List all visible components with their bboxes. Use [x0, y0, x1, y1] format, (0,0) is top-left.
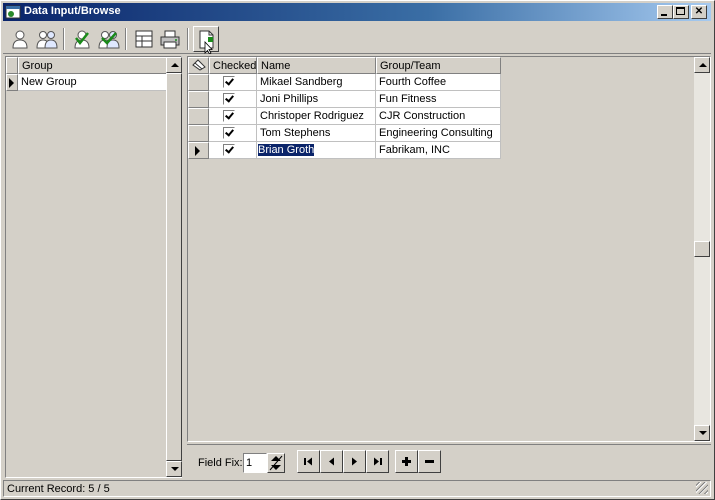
arrow-up-icon — [699, 63, 707, 67]
next-record-button[interactable] — [343, 450, 366, 473]
selected-name-text[interactable]: Brian Groth — [258, 144, 315, 156]
persons-check-button[interactable] — [95, 26, 121, 52]
multiple-persons-icon — [36, 31, 58, 49]
group-panel: Group New Group — [5, 56, 182, 478]
grid-vertical-scrollbar[interactable] — [694, 57, 710, 441]
group-row[interactable]: New Group — [18, 74, 167, 91]
navigator-bar: Field Fix: 1 — [187, 444, 711, 478]
arrow-down-icon — [171, 467, 179, 471]
grid-corner — [6, 57, 18, 74]
name-cell-editing[interactable]: Brian Groth — [257, 142, 376, 159]
person-check-button[interactable] — [69, 26, 95, 52]
status-bar: Current Record: 5 / 5 — [3, 480, 711, 497]
single-person-icon — [12, 30, 28, 49]
layout-button[interactable] — [131, 26, 157, 52]
field-fix-spinner[interactable] — [267, 453, 285, 473]
close-icon: ✕ — [694, 6, 704, 17]
print-icon — [160, 30, 180, 49]
grid-corner — [188, 57, 209, 74]
group-team-cell[interactable]: CJR Construction — [376, 108, 501, 125]
toolbar — [3, 24, 711, 54]
name-cell[interactable]: Christoper Rodriguez — [257, 108, 376, 125]
delete-record-button[interactable] — [418, 450, 441, 473]
scroll-down-button[interactable] — [166, 461, 182, 477]
row-indicator[interactable] — [188, 91, 209, 108]
resize-grip-icon[interactable] — [696, 482, 708, 494]
spin-up-down-icon — [269, 455, 283, 471]
new-document-icon — [199, 30, 214, 54]
group-vertical-scrollbar[interactable] — [166, 57, 182, 477]
next-record-icon — [352, 457, 357, 466]
first-record-icon — [304, 457, 312, 466]
window-title: Data Input/Browse — [24, 5, 121, 17]
title-bar[interactable]: Data Input/Browse ✕ — [3, 3, 711, 21]
add-record-button[interactable] — [395, 450, 418, 473]
toolbar-separator — [187, 28, 189, 50]
minimize-icon — [661, 14, 667, 16]
group-team-cell[interactable]: Fourth Coffee — [376, 74, 501, 91]
checked-checkbox[interactable] — [223, 144, 235, 156]
checked-cell[interactable] — [209, 108, 257, 125]
checked-cell[interactable] — [209, 142, 257, 159]
arrow-up-icon — [171, 63, 179, 67]
group-column-header[interactable]: Group — [18, 57, 167, 74]
edit-pencil-icon — [192, 59, 206, 71]
row-indicator[interactable] — [6, 74, 18, 91]
name-column-header[interactable]: Name — [257, 57, 376, 74]
field-fix-input[interactable]: 1 — [243, 453, 267, 473]
toolbar-separator — [125, 28, 127, 50]
single-person-button[interactable] — [7, 26, 33, 52]
scroll-up-button[interactable] — [166, 57, 182, 73]
field-fix-label: Field Fix: — [198, 457, 243, 469]
scroll-thumb[interactable] — [166, 73, 182, 461]
checked-checkbox[interactable] — [223, 93, 235, 105]
group-team-cell[interactable]: Fun Fitness — [376, 91, 501, 108]
checked-cell[interactable] — [209, 125, 257, 142]
maximize-icon — [676, 7, 685, 15]
app-icon — [5, 5, 21, 19]
current-row-arrow-icon — [195, 146, 200, 156]
name-cell[interactable]: Joni Phillips — [257, 91, 376, 108]
arrow-down-icon — [699, 431, 707, 435]
scroll-down-button[interactable] — [694, 425, 710, 441]
row-indicator[interactable] — [188, 125, 209, 142]
scroll-thumb[interactable] — [694, 241, 710, 257]
row-indicator[interactable] — [188, 74, 209, 91]
row-indicator[interactable] — [188, 108, 209, 125]
checked-checkbox[interactable] — [223, 127, 235, 139]
previous-record-icon — [329, 457, 334, 466]
maximize-button[interactable] — [673, 5, 689, 19]
checked-checkbox[interactable] — [223, 110, 235, 122]
scroll-up-button[interactable] — [694, 57, 710, 73]
person-check-icon — [74, 30, 90, 49]
row-indicator[interactable] — [188, 142, 209, 159]
checked-cell[interactable] — [209, 74, 257, 91]
group-team-cell[interactable]: Engineering Consulting — [376, 125, 501, 142]
minus-icon — [425, 460, 434, 463]
previous-record-button[interactable] — [320, 450, 343, 473]
name-cell[interactable]: Tom Stephens — [257, 125, 376, 142]
layout-icon — [135, 30, 153, 48]
minimize-button[interactable] — [657, 5, 673, 19]
current-row-arrow-icon — [9, 78, 14, 88]
close-button[interactable]: ✕ — [691, 5, 707, 19]
name-cell[interactable]: Mikael Sandberg — [257, 74, 376, 91]
new-record-button[interactable] — [193, 26, 219, 54]
checked-checkbox[interactable] — [223, 76, 235, 88]
last-record-button[interactable] — [366, 450, 389, 473]
current-record-status: Current Record: 5 / 5 — [7, 483, 110, 495]
last-record-icon — [374, 457, 382, 466]
data-grid-panel: Checked Name Group/Team Mikael Sandberg … — [187, 56, 711, 442]
first-record-button[interactable] — [297, 450, 320, 473]
checked-column-header[interactable]: Checked — [209, 57, 257, 74]
checked-cell[interactable] — [209, 91, 257, 108]
multiple-persons-button[interactable] — [33, 26, 59, 52]
print-button[interactable] — [157, 26, 183, 52]
group-team-column-header[interactable]: Group/Team — [376, 57, 501, 74]
persons-check-icon — [98, 31, 120, 49]
plus-icon — [402, 457, 411, 466]
group-team-cell[interactable]: Fabrikam, INC — [376, 142, 501, 159]
toolbar-separator — [63, 28, 65, 50]
